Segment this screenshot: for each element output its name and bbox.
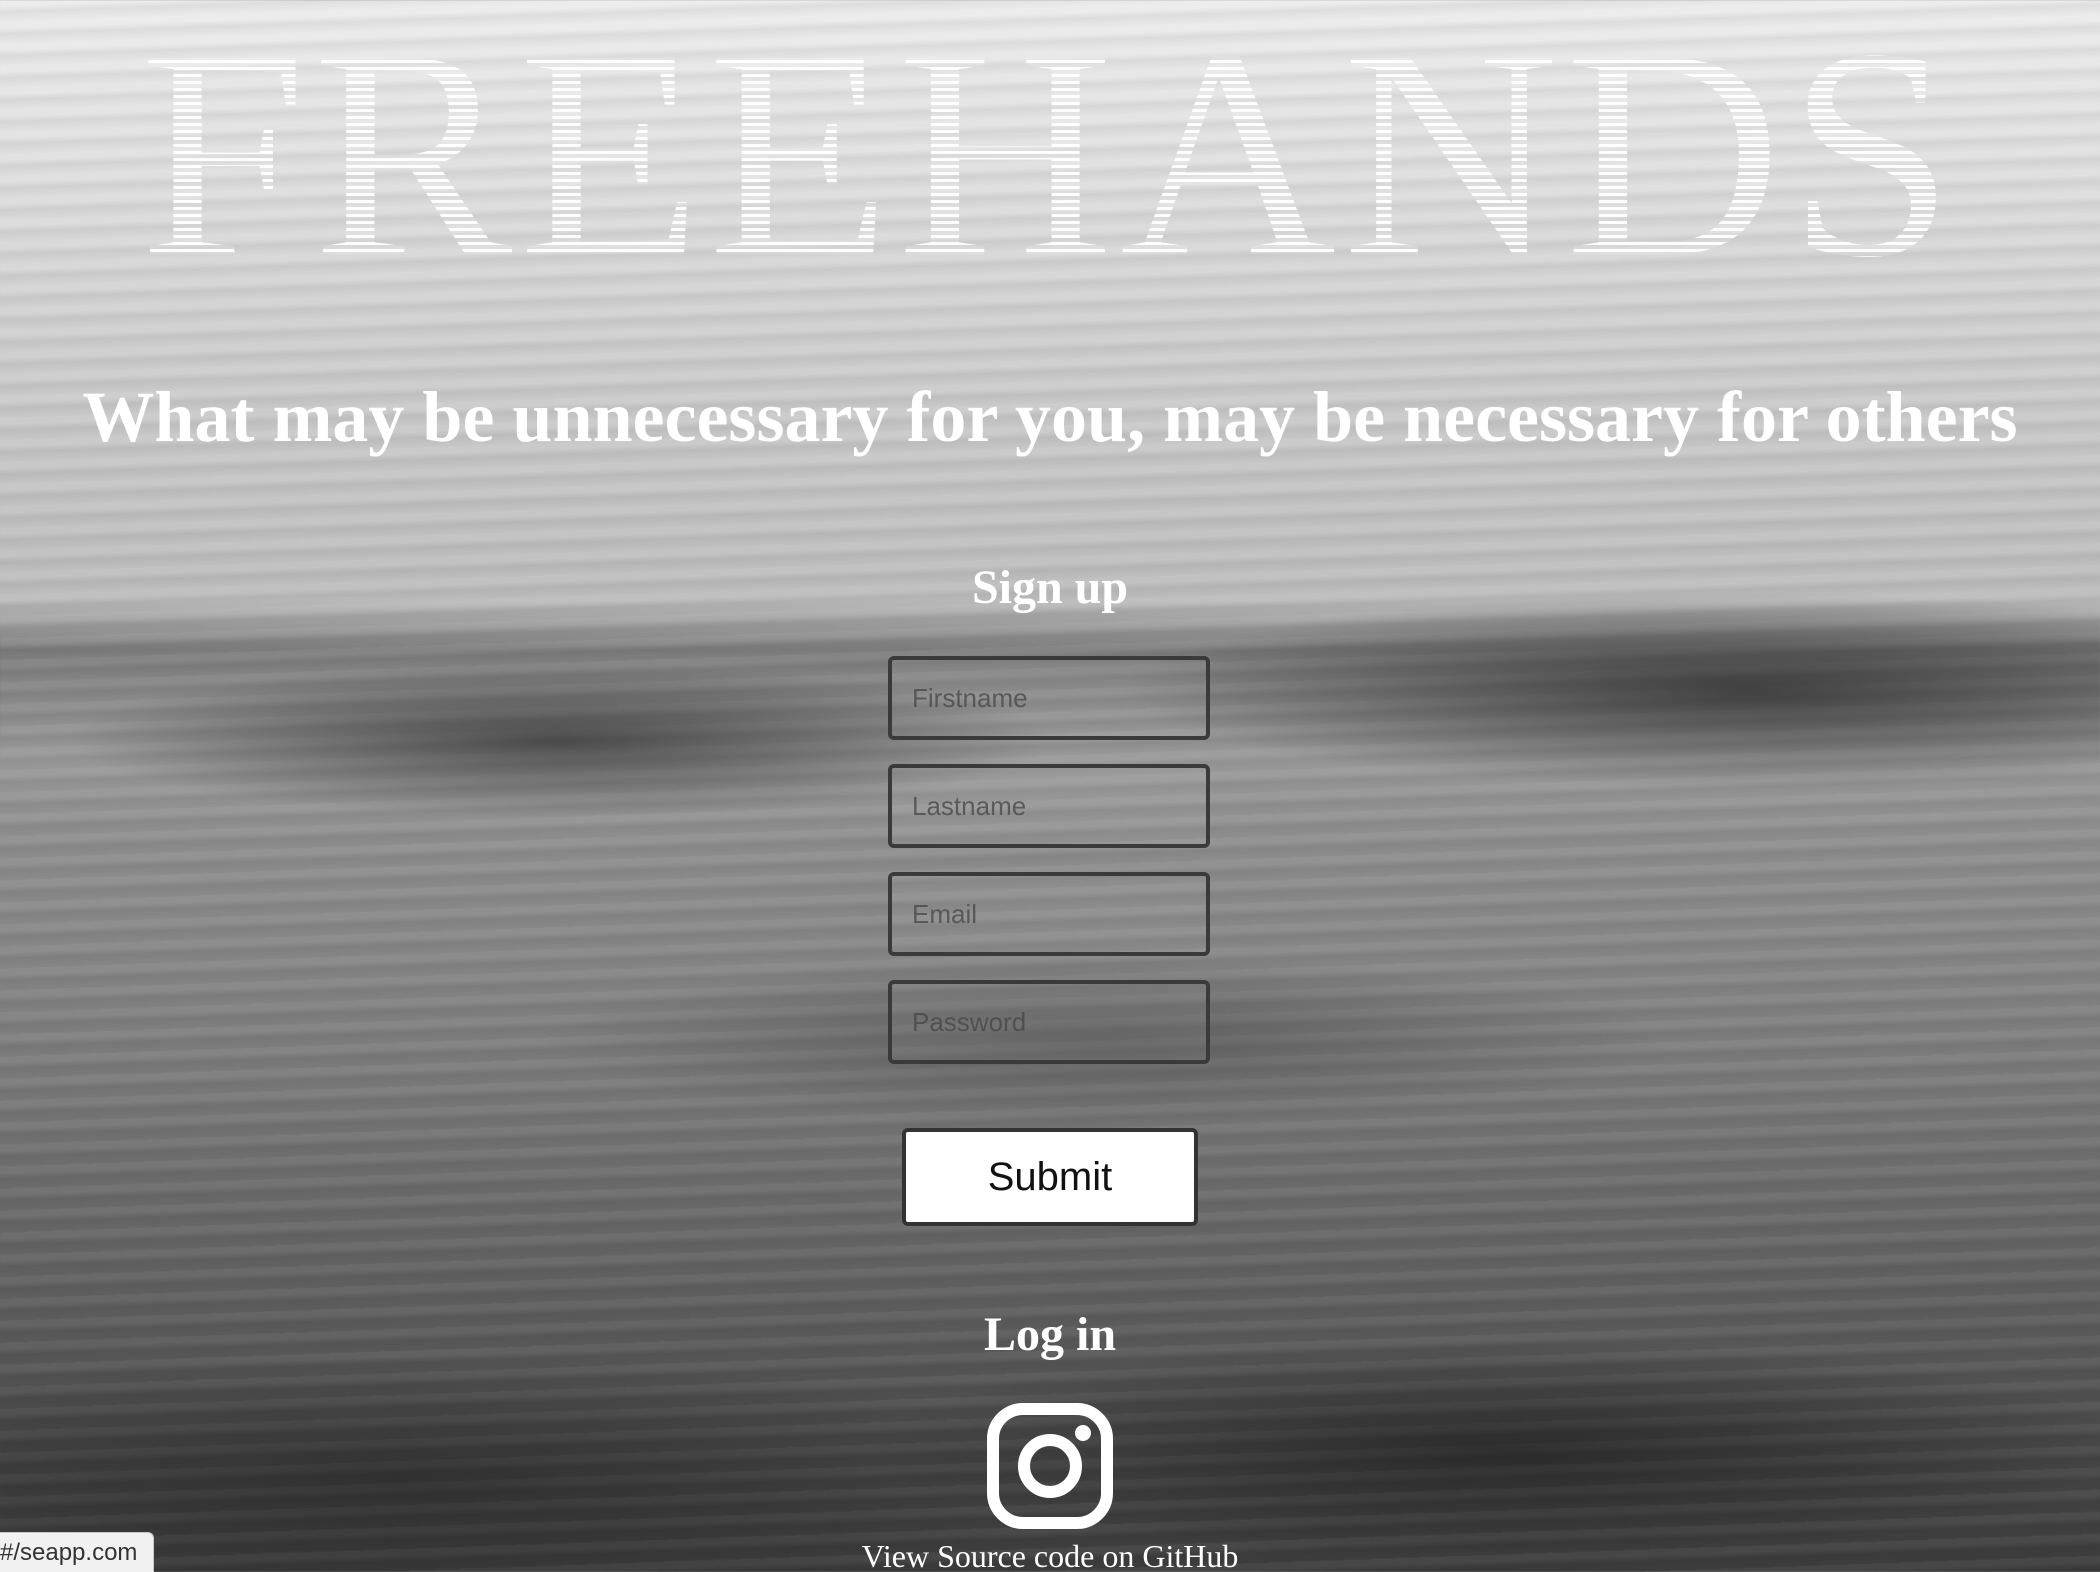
login-heading: Log in xyxy=(983,1308,1117,1361)
brand-logo: FREEHANDS xyxy=(0,3,2100,303)
signup-heading: Sign up xyxy=(971,561,1129,614)
lastname-input[interactable] xyxy=(888,764,1210,848)
firstname-input[interactable] xyxy=(888,656,1210,740)
instagram-login-link[interactable] xyxy=(986,1402,1114,1530)
status-bar-url-text: seapp.com/# xyxy=(0,1539,138,1566)
github-source-link[interactable]: View Source code on GitHub xyxy=(0,1536,2100,1572)
status-bar-url: seapp.com/# xyxy=(0,1532,154,1572)
tagline: What may be unnecessary for you, may be … xyxy=(82,377,2018,457)
submit-button[interactable]: Submit xyxy=(902,1128,1198,1226)
email-input[interactable] xyxy=(888,872,1210,956)
password-input[interactable] xyxy=(888,980,1210,1064)
instagram-icon xyxy=(987,1403,1113,1529)
